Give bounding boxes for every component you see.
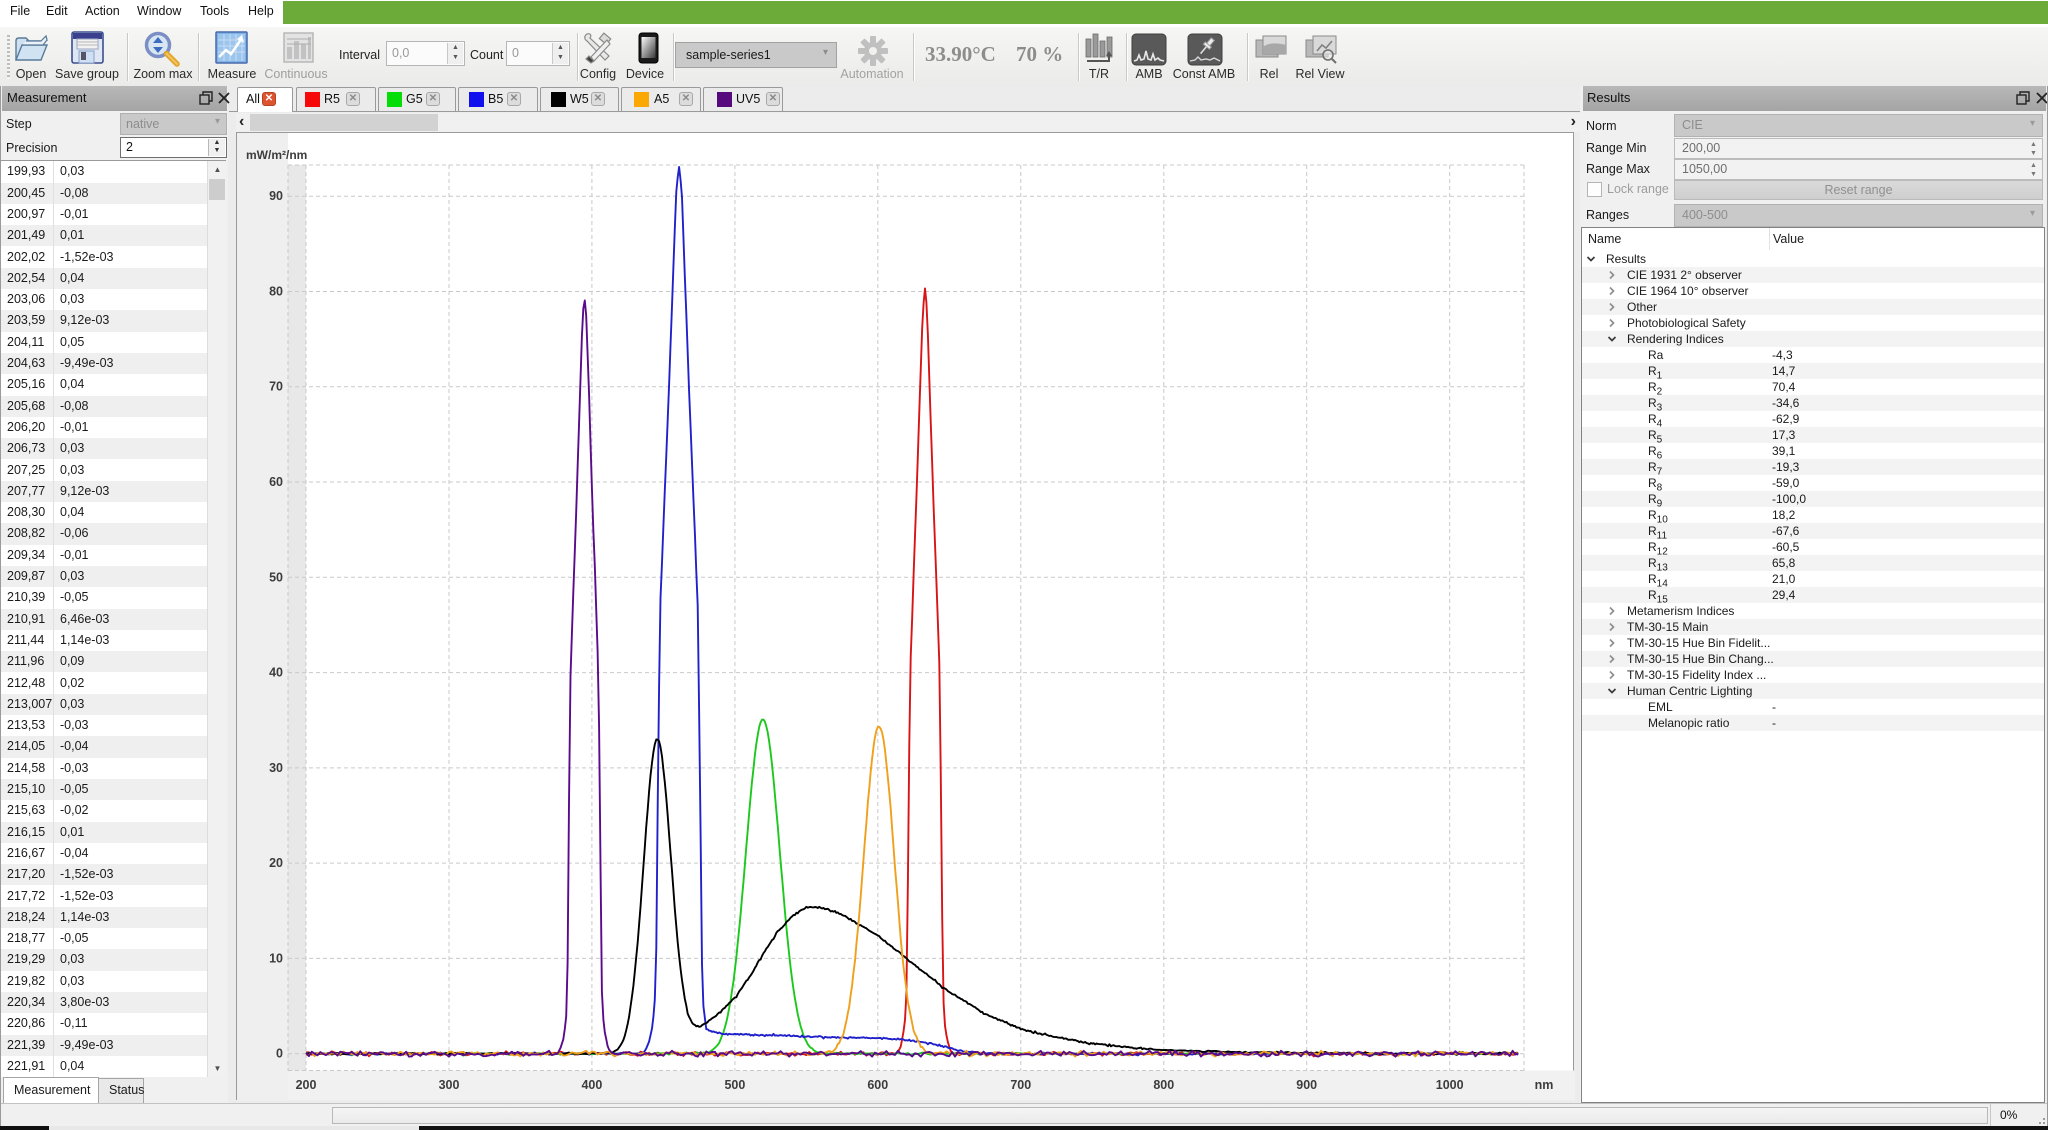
svg-text:700: 700 (1010, 1078, 1031, 1092)
svg-text:80: 80 (269, 285, 283, 299)
svg-text:500: 500 (724, 1078, 745, 1092)
svg-text:mW/m²/nm: mW/m²/nm (246, 148, 307, 162)
svg-text:50: 50 (269, 570, 283, 584)
svg-text:1000: 1000 (1436, 1078, 1464, 1092)
svg-text:30: 30 (269, 761, 283, 775)
svg-text:800: 800 (1153, 1078, 1174, 1092)
svg-text:10: 10 (269, 951, 283, 965)
svg-text:90: 90 (269, 189, 283, 203)
svg-text:200: 200 (296, 1078, 317, 1092)
svg-text:300: 300 (439, 1078, 460, 1092)
svg-text:900: 900 (1296, 1078, 1317, 1092)
svg-text:40: 40 (269, 666, 283, 680)
svg-text:600: 600 (867, 1078, 888, 1092)
svg-text:70: 70 (269, 380, 283, 394)
svg-text:nm: nm (1535, 1078, 1554, 1092)
svg-text:0: 0 (276, 1047, 283, 1061)
svg-text:60: 60 (269, 475, 283, 489)
svg-text:20: 20 (269, 856, 283, 870)
svg-text:400: 400 (581, 1078, 602, 1092)
